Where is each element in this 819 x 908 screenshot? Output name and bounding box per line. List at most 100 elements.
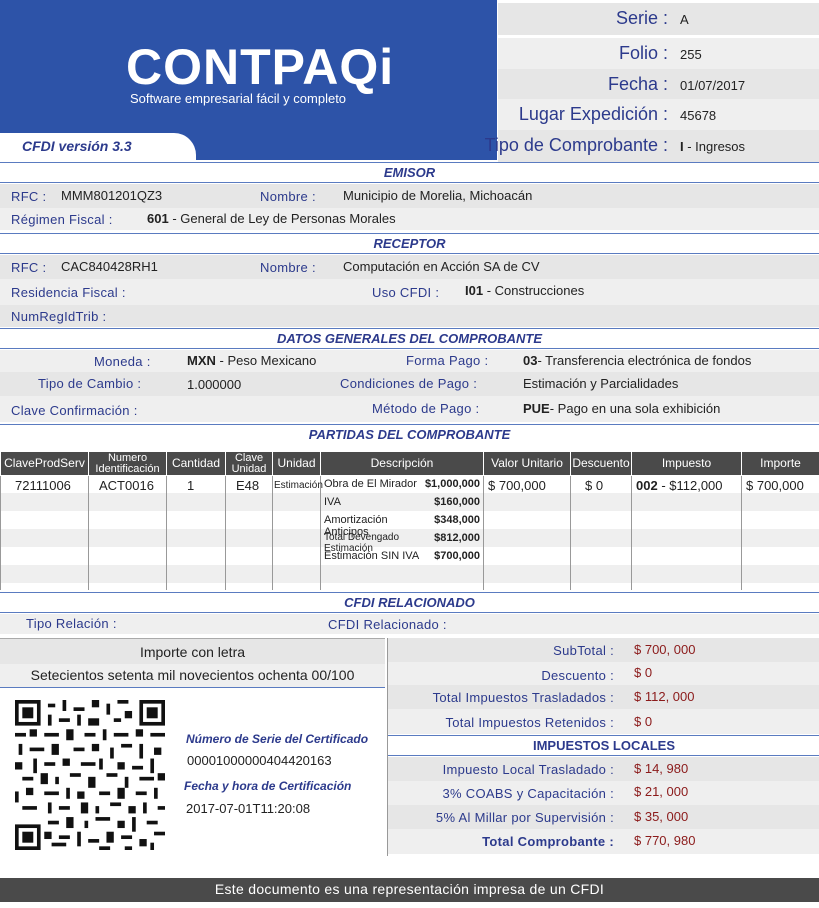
local-label: 3% COABS y Capacitación : [442,786,614,801]
receptor-title: RECEPTOR [0,234,819,254]
nombre-label: Nombre : [260,260,316,275]
col-descuento: Descuento [570,451,632,476]
tipo-comprobante-value: I - Ingresos [680,139,745,154]
locales-title: IMPUESTOS LOCALES [388,736,819,756]
cell-unidad: Estimación [272,475,323,590]
local-value: $ 14, 980 [634,761,689,776]
datos-row-3: Clave Confirmación : Método de Pago : PU… [0,396,819,422]
uso-text: - Construcciones [483,283,585,298]
cell-clave-unidad: E48 [225,475,273,590]
emisor-row-2: Régimen Fiscal : 601 - General de Ley de… [0,208,819,230]
desc-label: Obra de El Mirador [324,478,417,490]
emisor-rfc: MMM801201QZ3 [61,188,163,203]
desc-line: Amortización Anticipos $348,000 [324,514,480,538]
impuesto-amount: - $112,000 [657,478,723,493]
tipo-text: - Ingresos [683,139,746,154]
metodo-code: PUE [523,401,550,416]
desc-label: Estimación SIN IVA [324,550,420,562]
emisor-nombre: Municipio de Morelia, Michoacán [343,188,533,203]
regimen-code: 601 [147,211,169,226]
brand-banner: CONTPAQi Software empresarial fácil y co… [0,0,497,160]
fecha-row: Fecha : 01/07/2017 [498,69,819,101]
importe-letra-row: Setecientos setenta mil novecientos oche… [0,664,385,688]
local-row: 3% COABS y Capacitación : $ 21, 000 [388,781,819,805]
forma-code: 03 [523,353,538,368]
importe-letra-title: Importe con letra [139,644,246,660]
table-header: ClaveProdServ Numero Identificación Cant… [0,451,819,476]
serie-value: A [680,12,689,27]
footer-bar: Este documento es una representación imp… [0,878,819,902]
regimen-text: - General de Ley de Personas Morales [168,211,396,226]
nombre-label: Nombre : [260,189,316,204]
importe-letra-header: Importe con letra [0,638,385,664]
desc-line: Obra de El Mirador $1,000,000 [324,478,480,496]
desc-line: IVA $160,000 [324,496,480,514]
total-value: $ 770, 980 [634,833,696,848]
local-value: $ 35, 000 [634,809,689,824]
folio-row: Folio : 255 [498,38,819,70]
cell-importe: $ 700,000 [741,475,819,590]
tipo-comprobante-row: Tipo de Comprobante : I - Ingresos [485,130,819,162]
receptor-rfc: CAC840428RH1 [61,259,158,274]
tipo-cambio-label: Tipo de Cambio : [38,376,142,391]
col-importe: Importe [741,451,819,476]
qr-code-icon [15,700,165,850]
condiciones-label: Condiciones de Pago : [340,376,478,391]
uso-code: I01 [465,283,484,298]
folio-value: 255 [680,47,702,62]
fecha-label: Fecha : [607,74,668,94]
moneda-text: - Peso Mexicano [215,353,317,368]
descuento-value: $ 0 [634,665,653,680]
datos-title: DATOS GENERALES DEL COMPROBANTE [0,329,819,349]
metodo-label: Método de Pago : [372,401,480,416]
cfdi-version: CFDI versión 3.3 [22,138,132,154]
tipo-relacion-label: Tipo Relación : [26,616,117,631]
fecha-value: 01/07/2017 [680,78,746,93]
cfdi-relacionado-label: CFDI Relacionado : [328,617,447,632]
cell-cantidad: 1 [166,475,226,590]
tipo-comprobante-label: Tipo de Comprobante : [484,135,668,155]
footer-text: Este documento es una representación imp… [214,881,605,897]
cell-numero: ACT0016 [88,475,167,590]
moneda-code: MXN [187,353,216,368]
serie-certificado-label: Número de Serie del Certificado [186,732,369,746]
col-impuesto: Impuesto [631,451,742,476]
descuento-row: Descuento : $ 0 [388,662,819,685]
fecha-certificacion-label: Fecha y hora de Certificación [184,779,352,793]
desc-amount: $348,000 [434,514,480,526]
col-clave-unidad: Clave Unidad [225,451,273,476]
subtotal-row: SubTotal : $ 700, 000 [388,638,819,662]
col-cantidad: Cantidad [166,451,226,476]
cell-clave: 72111006 [0,475,89,590]
emisor-regimen: 601 - General de Ley de Personas Morales [147,211,396,226]
cell-valor-unitario: $ 700,000 [483,475,571,590]
forma-text: - Transferencia electrónica de fondos [537,353,752,368]
local-value: $ 21, 000 [634,784,689,799]
col-claveprodserv: ClaveProdServ [0,451,89,476]
moneda-value: MXN - Peso Mexicano [187,353,316,368]
serie-label: Serie : [615,8,668,28]
cell-impuesto: 002 - $112,000 [631,475,742,590]
numreg-label: NumRegIdTrib : [11,309,107,324]
partidas-table: ClaveProdServ Numero Identificación Cant… [0,451,819,590]
uso-label: Uso CFDI : [372,285,440,300]
col-descripcion: Descripción [320,451,484,476]
serie-row: Serie : A [498,3,819,35]
total-row: Total Comprobante : $ 770, 980 [388,829,819,854]
residencia-label: Residencia Fiscal : [11,285,126,300]
col-unidad: Unidad [272,451,321,476]
local-label: Impuesto Local Trasladado : [442,762,614,777]
trasladados-label: Total Impuestos Trasladados : [432,690,614,705]
impuesto-code: 002 [636,478,658,493]
forma-value: 03- Transferencia electrónica de fondos [523,353,751,368]
col-valor-unitario: Valor Unitario [483,451,571,476]
contpaqi-logo: CONTPAQi [126,39,395,95]
desc-label: Total Devengado Estimación [324,532,400,554]
subtotal-label: SubTotal : [553,643,614,658]
partidas-title: PARTIDAS DEL COMPROBANTE [308,427,511,442]
serie-certificado: 00001000000404420163 [187,753,332,768]
relacionado-row: Tipo Relación : CFDI Relacionado : [0,614,819,634]
emisor-row-1: RFC : MMM801201QZ3 Nombre : Municipio de… [0,184,819,208]
clave-confirmacion-label: Clave Confirmación : [11,403,138,418]
folio-label: Folio : [618,43,668,63]
